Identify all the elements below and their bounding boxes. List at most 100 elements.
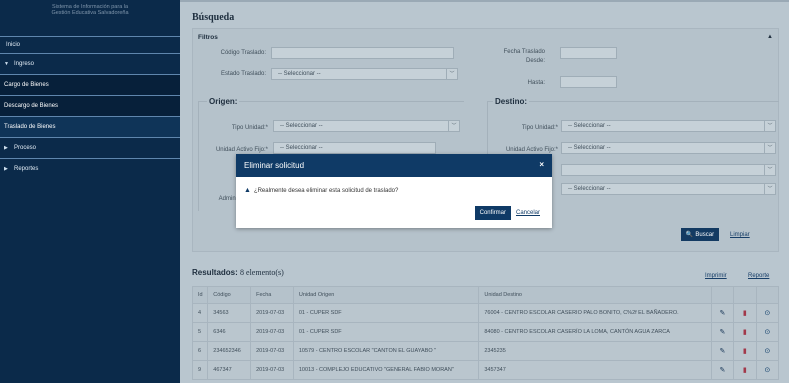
sidebar-item-descargo-de-bienes[interactable]: Descargo de Bienes — [0, 96, 180, 116]
origen-admin-label: Admini — [218, 196, 237, 202]
codigo-label: Código Traslado: — [220, 50, 266, 56]
col-header-view — [755, 286, 780, 304]
cancel-link[interactable]: Cancelar — [516, 210, 540, 216]
origen-title: Origen: — [207, 97, 240, 106]
limpiar-link[interactable]: Limpiar — [730, 232, 750, 238]
close-icon[interactable]: × — [539, 160, 544, 169]
estado-select[interactable]: -- Seleccionar -- ﹀ — [271, 68, 458, 80]
origen-unidad-activo-select[interactable]: -- Seleccionar -- — [273, 142, 436, 154]
chevron-right-icon: ▶ — [4, 166, 8, 172]
search-icon: 🔍 — [685, 232, 694, 238]
modal-body: ▲ ¿Realmente desea eliminar esta solicit… — [236, 177, 552, 194]
destino-tipo-unidad-label: Tipo Unidad:* — [521, 125, 558, 131]
destino-tipo-unidad-select[interactable]: -- Seleccionar -- ﹀ — [561, 120, 776, 132]
select-value: -- Seleccionar -- — [280, 123, 323, 129]
cell-codigo: 6346 — [207, 322, 252, 342]
table-header-row: Id Código Fecha Unidad Origen Unidad Des… — [191, 286, 780, 304]
cell-codigo: 34563 — [207, 303, 252, 323]
delete-icon[interactable]: ▮ — [733, 322, 757, 342]
codigo-input[interactable] — [271, 47, 454, 59]
reporte-link[interactable]: Reporte — [748, 273, 769, 279]
cell-fecha: 2019-07-03 — [250, 360, 294, 380]
origen-tipo-unidad-label: Tipo Unidad:* — [231, 125, 268, 131]
cell-id: 6 — [191, 341, 209, 361]
results-title: Resultados: 8 elemento(s) — [192, 268, 284, 277]
collapse-icon[interactable]: ▲ — [767, 34, 773, 40]
delete-confirm-modal: Eliminar solicitud × ▲ ¿Realmente desea … — [236, 154, 552, 228]
col-header-fecha[interactable]: Fecha — [250, 286, 294, 304]
chevron-down-icon: ﹀ — [764, 143, 775, 153]
buscar-label: Buscar — [695, 231, 715, 238]
select-value: -- Seleccionar -- — [280, 145, 323, 151]
destino-unidad-activo-label: Unidad Activo Fijo:* — [505, 147, 558, 153]
top-divider — [180, 0, 789, 2]
fecha-desde-input[interactable] — [560, 47, 617, 59]
view-icon[interactable]: ⊙ — [755, 322, 780, 342]
brand-line-2: Gestión Educativa Salvadoreña — [51, 10, 129, 16]
buscar-button[interactable]: 🔍 Buscar — [681, 228, 719, 241]
table-row: 6 234652346 2019-07-03 10579 - CENTRO ES… — [191, 341, 780, 361]
sidebar-item-traslado-de-bienes[interactable]: Traslado de Bienes — [0, 117, 180, 137]
modal-message: ¿Realmente desea eliminar esta solicitud… — [253, 187, 399, 194]
edit-icon[interactable]: ✎ — [710, 322, 735, 342]
sidebar-item-ingreso[interactable]: ▼ Ingreso — [0, 54, 180, 74]
chevron-down-icon: ﹀ — [446, 69, 457, 79]
modal-title: Eliminar solicitud — [244, 161, 305, 170]
cell-destino: 2345235 — [478, 341, 712, 361]
chevron-down-icon: ﹀ — [448, 121, 459, 131]
delete-icon[interactable]: ▮ — [733, 303, 757, 323]
sidebar-item-label: Ingreso — [14, 61, 35, 67]
col-header-codigo[interactable]: Código — [207, 286, 252, 304]
edit-icon[interactable]: ✎ — [710, 303, 735, 323]
cell-id: 5 — [191, 322, 209, 342]
results-count: 8 elemento(s) — [240, 268, 284, 277]
sidebar-item-inicio[interactable]: Inicio — [0, 37, 180, 53]
fecha-hasta-input[interactable] — [560, 76, 617, 88]
cell-fecha: 2019-07-03 — [250, 341, 294, 361]
fecha-label: Fecha Traslado — [503, 49, 545, 55]
page-title: Búsqueda — [192, 12, 235, 23]
filters-title: Filtros — [198, 34, 218, 41]
cell-id: 9 — [191, 360, 209, 380]
warning-icon: ▲ — [244, 187, 251, 194]
cell-id: 4 — [191, 303, 209, 323]
sidebar-item-proceso[interactable]: ▶ Proceso — [0, 138, 180, 158]
sidebar: Sistema de Información para la Gestión E… — [0, 0, 180, 383]
edit-icon[interactable]: ✎ — [710, 360, 735, 380]
chevron-down-icon: ﹀ — [764, 184, 775, 194]
sidebar-item-label: Descargo de Bienes — [4, 103, 59, 109]
view-icon[interactable]: ⊙ — [755, 341, 780, 361]
modal-footer: Confirmar Cancelar — [474, 206, 540, 220]
cell-fecha: 2019-07-03 — [250, 322, 294, 342]
cell-fecha: 2019-07-03 — [250, 303, 294, 323]
sidebar-item-label: Cargo de Bienes — [4, 82, 49, 88]
origen-tipo-unidad-select[interactable]: -- Seleccionar -- ﹀ — [273, 120, 460, 132]
results-title-prefix: Resultados: — [192, 268, 238, 277]
results-table: Id Código Fecha Unidad Origen Unidad Des… — [191, 286, 780, 380]
imprimir-link[interactable]: Imprimir — [705, 273, 727, 279]
col-header-delete — [733, 286, 757, 304]
destino-title: Destino: — [493, 97, 529, 106]
sidebar-item-cargo-de-bienes[interactable]: Cargo de Bienes — [0, 75, 180, 95]
destino-select-4[interactable]: -- Seleccionar -- ﹀ — [561, 183, 776, 195]
col-header-destino[interactable]: Unidad Destino — [478, 286, 712, 304]
cell-origen: 10579 - CENTRO ESCOLAR "CANTON EL GUAYAB… — [292, 341, 480, 361]
col-header-id[interactable]: Id — [191, 286, 209, 304]
cell-destino: 76004 - CENTRO ESCOLAR CASERIO PALO BONI… — [478, 303, 712, 323]
destino-unidad-activo-select[interactable]: -- Seleccionar -- ﹀ — [561, 142, 776, 154]
select-value: -- Seleccionar -- — [568, 145, 611, 151]
edit-icon[interactable]: ✎ — [710, 341, 735, 361]
col-header-origen[interactable]: Unidad Origen — [292, 286, 480, 304]
sidebar-item-reportes[interactable]: ▶ Reportes — [0, 159, 180, 179]
destino-select-3[interactable]: ﹀ — [561, 164, 776, 176]
sidebar-item-label: Reportes — [14, 166, 39, 172]
delete-icon[interactable]: ▮ — [733, 360, 757, 380]
table-row: 9 467347 2019-07-03 10013 - COMPLEJO EDU… — [191, 360, 780, 380]
delete-icon[interactable]: ▮ — [733, 341, 757, 361]
cell-codigo: 467347 — [207, 360, 252, 380]
view-icon[interactable]: ⊙ — [755, 303, 780, 323]
modal-header: Eliminar solicitud × — [236, 154, 552, 177]
confirm-button[interactable]: Confirmar — [474, 206, 511, 220]
view-icon[interactable]: ⊙ — [755, 360, 780, 380]
desde-label: Desde: — [525, 58, 545, 64]
